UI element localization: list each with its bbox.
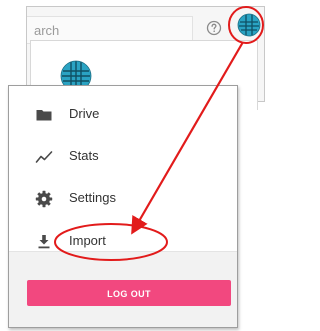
menu-item-drive[interactable]: Drive [9,95,237,135]
help-circle-icon[interactable] [206,20,222,36]
menu-item-label: Settings [69,190,116,205]
search-text: arch [34,23,60,38]
folder-icon [36,110,52,121]
account-menu: Drive Stats Settings Import LOG OUT [8,85,238,328]
menu-item-settings[interactable]: Settings [9,179,237,219]
line-chart-icon [35,151,53,163]
menu-footer: LOG OUT [9,251,237,327]
download-icon [38,235,50,249]
gear-icon [35,190,53,208]
menu-item-stats[interactable]: Stats [9,137,237,177]
screenshot-canvas: arch Drive Stats Settings Import LOG OUT [0,0,265,331]
menu-item-label: Stats [69,148,99,163]
logout-button[interactable]: LOG OUT [27,280,231,306]
menu-item-label: Drive [69,106,100,121]
avatar-globe-icon[interactable] [236,12,262,38]
menu-item-label: Import [69,233,106,248]
